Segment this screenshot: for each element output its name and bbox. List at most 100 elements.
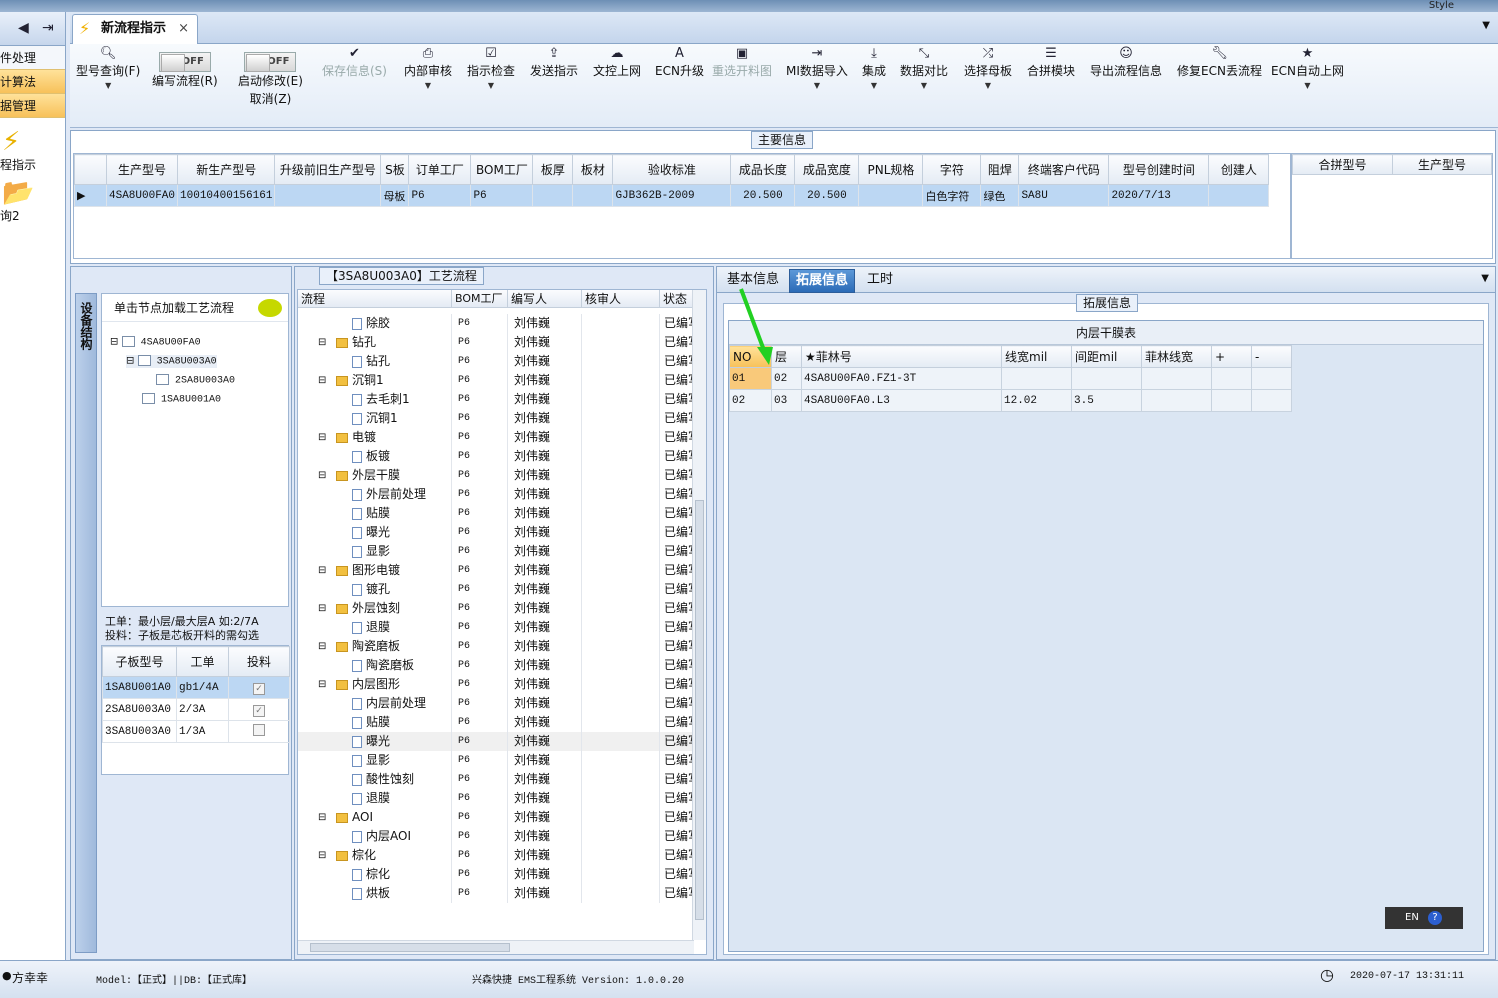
- tab-new-flow[interactable]: ⚡ 新流程指示 ×: [72, 14, 198, 44]
- main-cell[interactable]: [858, 184, 924, 207]
- data-compare-button[interactable]: ⤡ 数据对比 ▼: [900, 46, 948, 92]
- flow-row[interactable]: 烘板 P6刘伟巍 已编写: [298, 884, 694, 903]
- vertical-scrollbar[interactable]: [692, 290, 706, 940]
- flow-row[interactable]: 去毛刺1 P6刘伟巍 已编写: [298, 390, 694, 409]
- flow-row[interactable]: 显影 P6刘伟巍 已编写: [298, 751, 694, 770]
- help-icon[interactable]: ?: [1428, 911, 1442, 925]
- feed-checkbox[interactable]: ✓: [228, 676, 290, 699]
- collapse-icon[interactable]: ⊟: [318, 333, 326, 352]
- flow-row[interactable]: ⊟ 外层蚀刻 P6刘伟巍 已编写: [298, 599, 694, 618]
- flow-row[interactable]: ⊟ 电镀 P6刘伟巍 已编写: [298, 428, 694, 447]
- flow-row[interactable]: 板镀 P6刘伟巍 已编写: [298, 447, 694, 466]
- flow-row[interactable]: 内层AOI P6刘伟巍 已编写: [298, 827, 694, 846]
- film-cell[interactable]: [1211, 389, 1252, 412]
- side-tab-structure[interactable]: 设备结构: [75, 293, 97, 953]
- scroll-thumb[interactable]: [695, 500, 704, 920]
- main-cell[interactable]: 20.500: [730, 184, 796, 207]
- feed-checkbox[interactable]: ✓: [228, 698, 290, 721]
- tree-node[interactable]: ⊟ 4SA8U00FA0: [110, 336, 201, 349]
- main-col-header[interactable]: BOM工厂: [470, 154, 534, 185]
- film-cell[interactable]: [1071, 367, 1142, 390]
- chevron-down-icon[interactable]: ▼: [1481, 273, 1489, 284]
- tree-node[interactable]: 2SA8U003A0: [156, 374, 235, 387]
- order-cell[interactable]: gb1/4A: [176, 676, 229, 699]
- table-row[interactable]: ▶ 4SA8U00FA0 10010400156161 母板 P6 P6 GJB362B-2…: [74, 184, 1270, 207]
- main-col-header[interactable]: 字符: [922, 154, 982, 185]
- film-cell[interactable]: 3.5: [1071, 389, 1142, 412]
- feed-checkbox[interactable]: [228, 720, 290, 743]
- collapse-icon[interactable]: ⊟: [318, 561, 326, 580]
- flow-row[interactable]: 贴膜 P6刘伟巍 已编写: [298, 504, 694, 523]
- collapse-icon[interactable]: ⊟: [318, 599, 326, 618]
- flow-row[interactable]: 退膜 P6刘伟巍 已编写: [298, 618, 694, 637]
- main-cell[interactable]: GJB362B-2009: [612, 184, 732, 207]
- collapse-icon[interactable]: ⊟: [318, 371, 326, 390]
- main-cell[interactable]: 白色字符: [922, 184, 982, 207]
- main-col-header[interactable]: 板材: [572, 154, 614, 185]
- collapse-icon[interactable]: ⊟: [110, 337, 118, 348]
- horizontal-scrollbar[interactable]: [298, 940, 694, 954]
- cancel-label[interactable]: 取消(Z): [238, 90, 303, 108]
- checkbox[interactable]: [137, 355, 151, 366]
- film-cell[interactable]: 03: [771, 389, 802, 412]
- flow-row[interactable]: 内层前处理 P6刘伟巍 已编写: [298, 694, 694, 713]
- main-cell[interactable]: [572, 184, 614, 207]
- nav-item-query[interactable]: 查询2: [0, 207, 65, 224]
- main-col-header[interactable]: S板: [380, 154, 410, 185]
- nav-item-file[interactable]: 文件处理: [0, 46, 65, 70]
- flow-row[interactable]: 钻孔 P6刘伟巍 已编写: [298, 352, 694, 371]
- reviewer-header[interactable]: 核审人: [582, 290, 660, 308]
- film-col-header[interactable]: +: [1211, 345, 1252, 368]
- main-cell[interactable]: [532, 184, 574, 207]
- main-cell[interactable]: P6: [470, 184, 534, 207]
- main-col-header[interactable]: 订单工厂: [408, 154, 472, 185]
- collapse-icon[interactable]: ⊟: [318, 675, 326, 694]
- film-col-header[interactable]: 菲林线宽: [1141, 345, 1212, 368]
- lightning-icon[interactable]: ⚡: [0, 128, 65, 156]
- nav-item-design[interactable]: 设计算法: [0, 70, 65, 94]
- status-header[interactable]: 状态: [660, 290, 694, 308]
- flow-row[interactable]: 贴膜 P6刘伟巍 已编写: [298, 713, 694, 732]
- film-cell[interactable]: [1211, 367, 1252, 390]
- collapse-left-icon[interactable]: ◀: [18, 20, 29, 36]
- select-master-button[interactable]: ⤮ 选择母板 ▼: [964, 46, 1012, 92]
- collapse-icon[interactable]: ⊟: [318, 637, 326, 656]
- flow-row[interactable]: 酸性蚀刻 P6刘伟巍 已编写: [298, 770, 694, 789]
- main-col-header[interactable]: 板厚: [532, 154, 574, 185]
- main-col-header[interactable]: 成品宽度: [794, 154, 860, 185]
- checkbox[interactable]: [142, 393, 155, 404]
- sub-model-cell[interactable]: 1SA8U001A0: [102, 676, 177, 699]
- collapse-icon[interactable]: ⊟: [126, 356, 134, 367]
- film-cell[interactable]: [1141, 389, 1212, 412]
- main-col-header[interactable]: PNL规格: [858, 154, 924, 185]
- ime-indicator[interactable]: EN ?: [1385, 907, 1463, 929]
- tree-node[interactable]: ⊟ 3SA8U003A0: [126, 355, 217, 368]
- flow-row[interactable]: 曝光 P6刘伟巍 已编写: [298, 732, 694, 751]
- order-cell[interactable]: 1/3A: [176, 720, 229, 743]
- flow-row[interactable]: 曝光 P6刘伟巍 已编写: [298, 523, 694, 542]
- edit-flow-toggle[interactable]: OFF 编写流程(R): [152, 46, 218, 90]
- merge-module-button[interactable]: ☰ 合拼模块: [1027, 46, 1075, 80]
- checkbox[interactable]: [156, 374, 169, 385]
- fix-ecn-button[interactable]: 🔧︎ 修复ECN丢流程: [1177, 46, 1262, 80]
- bom-factory-header[interactable]: BOM工厂: [452, 290, 508, 308]
- flow-row[interactable]: 除胶 P6刘伟巍 已编写: [298, 314, 694, 333]
- film-cell[interactable]: [1251, 367, 1292, 390]
- main-cell[interactable]: P6: [408, 184, 472, 207]
- main-cell[interactable]: 4SA8U00FA0: [105, 184, 179, 207]
- instruction-check-button[interactable]: ☑ 指示检查 ▼: [467, 46, 515, 92]
- film-cell[interactable]: [1141, 367, 1212, 390]
- flow-row[interactable]: 沉铜1 P6刘伟巍 已编写: [298, 409, 694, 428]
- flow-row[interactable]: 退膜 P6刘伟巍 已编写: [298, 789, 694, 808]
- table-row[interactable]: 2SA8U003A0 2/3A ✓: [102, 698, 290, 721]
- flow-row[interactable]: 外层前处理 P6刘伟巍 已编写: [298, 485, 694, 504]
- flow-row[interactable]: 棕化 P6刘伟巍 已编写: [298, 865, 694, 884]
- off-toggle[interactable]: OFF: [244, 52, 297, 72]
- chat-bubble-icon[interactable]: [258, 299, 282, 317]
- save-info-button[interactable]: ✔ 保存信息(S): [322, 46, 387, 80]
- folder-icon[interactable]: 📂: [0, 179, 65, 207]
- collapse-icon[interactable]: ⊟: [318, 846, 326, 865]
- flow-row[interactable]: ⊟ 棕化 P6刘伟巍 已编写: [298, 846, 694, 865]
- flow-row[interactable]: ⊟ 钻孔 P6刘伟巍 已编写: [298, 333, 694, 352]
- film-cell[interactable]: 12.02: [1001, 389, 1072, 412]
